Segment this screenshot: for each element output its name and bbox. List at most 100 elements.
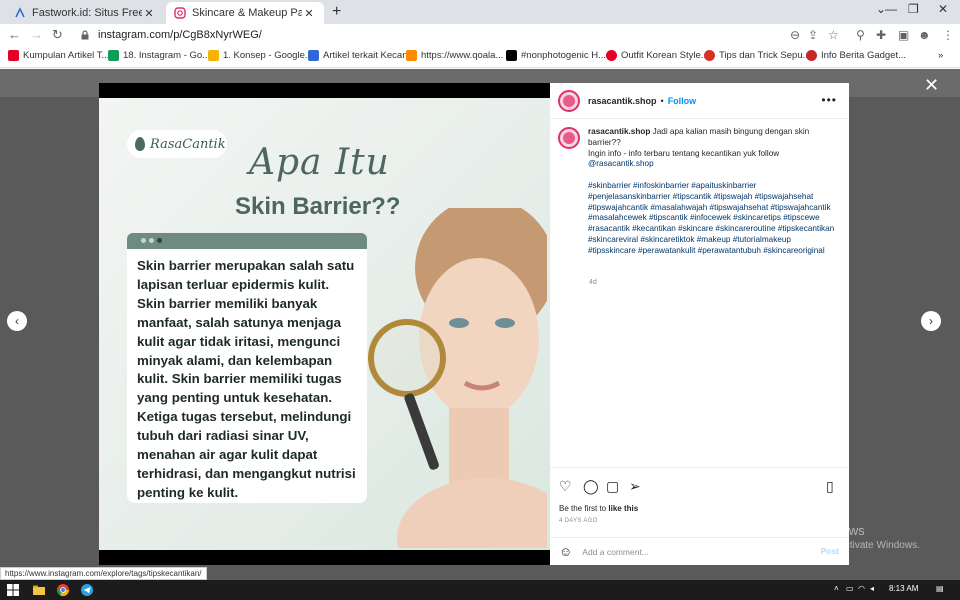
follow-button[interactable]: Follow bbox=[668, 96, 697, 106]
bookmark-item[interactable]: Kumpulan Artikel T... bbox=[8, 50, 109, 61]
comment-input[interactable]: Add a comment... bbox=[582, 547, 649, 557]
close-tab-icon[interactable]: ✕ bbox=[302, 7, 316, 20]
caption-line: Ingin info - info terbaru tentang kecant… bbox=[588, 148, 780, 158]
volume-icon[interactable]: ◂ bbox=[870, 584, 874, 593]
tab-fastwork[interactable]: Fastwork.id: Situs Freelance Onlin ✕ bbox=[6, 2, 164, 24]
prev-post-button[interactable]: ‹ bbox=[7, 311, 27, 331]
tab-instagram[interactable]: Skincare & Makeup Paling Murat ✕ bbox=[166, 2, 324, 24]
tab-title: Fastwork.id: Situs Freelance Onlin bbox=[32, 7, 142, 19]
avatar[interactable] bbox=[558, 127, 580, 149]
windows-taskbar: ˄ ▭ ◠ ◂ 8:13 AM ▤ bbox=[0, 580, 960, 600]
tiktok-icon bbox=[506, 50, 517, 61]
next-post-button[interactable]: › bbox=[921, 311, 941, 331]
more-bookmarks-icon[interactable]: » bbox=[938, 50, 943, 61]
model-face-illustration bbox=[368, 208, 547, 548]
rss-icon bbox=[406, 50, 417, 61]
minimize-icon[interactable]: — bbox=[885, 2, 897, 16]
comment-icon[interactable]: ◯ bbox=[583, 478, 599, 495]
close-window-icon[interactable]: ✕ bbox=[938, 2, 948, 16]
profile-avatar-icon[interactable]: ☻ bbox=[918, 28, 931, 42]
like-icon[interactable]: ♡ bbox=[559, 478, 572, 495]
instagram-icon bbox=[174, 7, 186, 19]
caption-time: 4d bbox=[589, 279, 597, 286]
close-modal-icon[interactable]: ✕ bbox=[924, 75, 939, 96]
drive-icon bbox=[108, 50, 119, 61]
extension-icon[interactable]: ⚲ bbox=[856, 28, 865, 42]
bookmark-item[interactable]: Info Berita Gadget... bbox=[806, 50, 906, 61]
share-icon[interactable]: ▢ bbox=[606, 478, 619, 495]
notifications-icon[interactable]: ▤ bbox=[936, 584, 944, 593]
site-icon bbox=[704, 50, 715, 61]
hashtags[interactable]: #skinbarrier #infoskinbarrier #apaituski… bbox=[588, 181, 834, 255]
emoji-icon[interactable]: ☺ bbox=[559, 544, 572, 559]
dot-icon bbox=[157, 238, 162, 243]
kebab-menu-icon[interactable]: ⋮ bbox=[942, 28, 954, 42]
page-overlay: ✕ ‹ › RasaCantik Apa Itu Skin Barrier?? … bbox=[0, 69, 960, 580]
caption-username[interactable]: rasacantik.shop bbox=[588, 127, 650, 136]
fastwork-icon bbox=[14, 7, 26, 19]
like-this-link[interactable]: like this bbox=[608, 504, 638, 513]
bookmark-item[interactable]: #nonphotogenic H... bbox=[506, 50, 606, 61]
status-url: https://www.instagram.com/explore/tags/t… bbox=[0, 567, 207, 580]
telegram-icon[interactable] bbox=[80, 583, 94, 597]
chevron-up-icon[interactable]: ˄ bbox=[834, 584, 839, 593]
activate-windows-watermark: Activate Windows Go to Settings to activ… bbox=[762, 523, 920, 551]
puzzle-icon[interactable]: ✚ bbox=[876, 28, 886, 42]
caption-text: rasacantik.shop Jadi apa kalian masih bi… bbox=[588, 127, 836, 257]
chevron-left-icon: ‹ bbox=[15, 314, 19, 328]
chrome-icon[interactable] bbox=[56, 583, 70, 597]
wifi-icon[interactable]: ◠ bbox=[858, 584, 865, 593]
browser-toolbar: ← → ↻ instagram.com/p/CgB8xNyrWEG/ ⊖ ⇪ ☆… bbox=[0, 24, 960, 46]
close-tab-icon[interactable]: ✕ bbox=[142, 7, 156, 20]
pinterest-icon bbox=[8, 50, 19, 61]
card-header bbox=[127, 233, 367, 249]
logo-text: RasaCantik bbox=[150, 136, 226, 152]
mention-link[interactable]: @rasacantik.shop bbox=[588, 159, 654, 168]
forward-icon[interactable]: → bbox=[30, 27, 43, 42]
dot-icon bbox=[141, 238, 146, 243]
info-icon bbox=[806, 50, 817, 61]
post-sidebar: rasacantik.shop • Follow ••• rasacantik.… bbox=[550, 83, 849, 565]
more-options-icon[interactable]: ••• bbox=[821, 93, 837, 107]
url-text: instagram.com/p/CgB8xNyrWEG/ bbox=[98, 29, 262, 41]
post-header: rasacantik.shop • Follow ••• bbox=[550, 83, 849, 119]
username-link[interactable]: rasacantik.shop bbox=[588, 96, 657, 106]
windows-start-icon[interactable] bbox=[6, 583, 20, 597]
bookmark-item[interactable]: 1. Konsep - Google... bbox=[208, 50, 313, 61]
chevron-right-icon: › bbox=[929, 314, 933, 328]
post-image: RasaCantik Apa Itu Skin Barrier?? Skin b… bbox=[99, 83, 550, 565]
article-icon bbox=[308, 50, 319, 61]
drop-icon bbox=[135, 137, 145, 151]
bookmark-item[interactable]: Outfit Korean Style... bbox=[606, 50, 709, 61]
battery-icon[interactable]: ▭ bbox=[846, 584, 854, 593]
file-explorer-icon[interactable] bbox=[32, 583, 46, 597]
new-tab-icon[interactable]: + bbox=[332, 3, 341, 21]
headline-script: Apa Itu bbox=[249, 142, 390, 183]
share-icon[interactable]: ⇪ bbox=[808, 28, 818, 42]
zoom-icon[interactable]: ⊖ bbox=[790, 28, 800, 42]
bookmark-item[interactable]: 18. Instagram - Go... bbox=[108, 50, 210, 61]
post-caption: rasacantik.shop Jadi apa kalian masih bi… bbox=[558, 127, 838, 257]
bookmark-item[interactable]: Tips dan Trick Sepu... bbox=[704, 50, 811, 61]
pinterest-icon bbox=[606, 50, 617, 61]
bookmark-item[interactable]: Artikel terkait Kecan... bbox=[308, 50, 415, 61]
clock-time[interactable]: 8:13 AM bbox=[889, 584, 918, 593]
reload-icon[interactable]: ↻ bbox=[52, 27, 63, 43]
post-date: 4 DAYS AGO bbox=[559, 518, 598, 524]
drive-icon bbox=[208, 50, 219, 61]
back-icon[interactable]: ← bbox=[8, 27, 21, 42]
sidepanel-icon[interactable]: ▣ bbox=[898, 28, 909, 42]
bookmark-item[interactable]: https://www.qoala... bbox=[406, 50, 503, 61]
tab-bar: Fastwork.id: Situs Freelance Onlin ✕ Ski… bbox=[0, 0, 960, 24]
info-card: Skin barrier merupakan salah satu lapisa… bbox=[127, 249, 367, 503]
bookmarks-bar: Kumpulan Artikel T... 18. Instagram - Go… bbox=[0, 46, 960, 68]
likes-line: Be the first to like this bbox=[559, 504, 639, 513]
star-icon[interactable]: ☆ bbox=[828, 28, 839, 42]
send-icon[interactable]: ➢ bbox=[629, 478, 641, 495]
restore-icon[interactable]: ❐ bbox=[908, 2, 919, 16]
avatar[interactable] bbox=[558, 89, 580, 112]
separator-dot: • bbox=[660, 95, 664, 106]
bookmark-icon[interactable]: ▯ bbox=[826, 478, 834, 495]
address-bar[interactable]: instagram.com/p/CgB8xNyrWEG/ bbox=[76, 25, 806, 45]
dot-icon bbox=[149, 238, 154, 243]
